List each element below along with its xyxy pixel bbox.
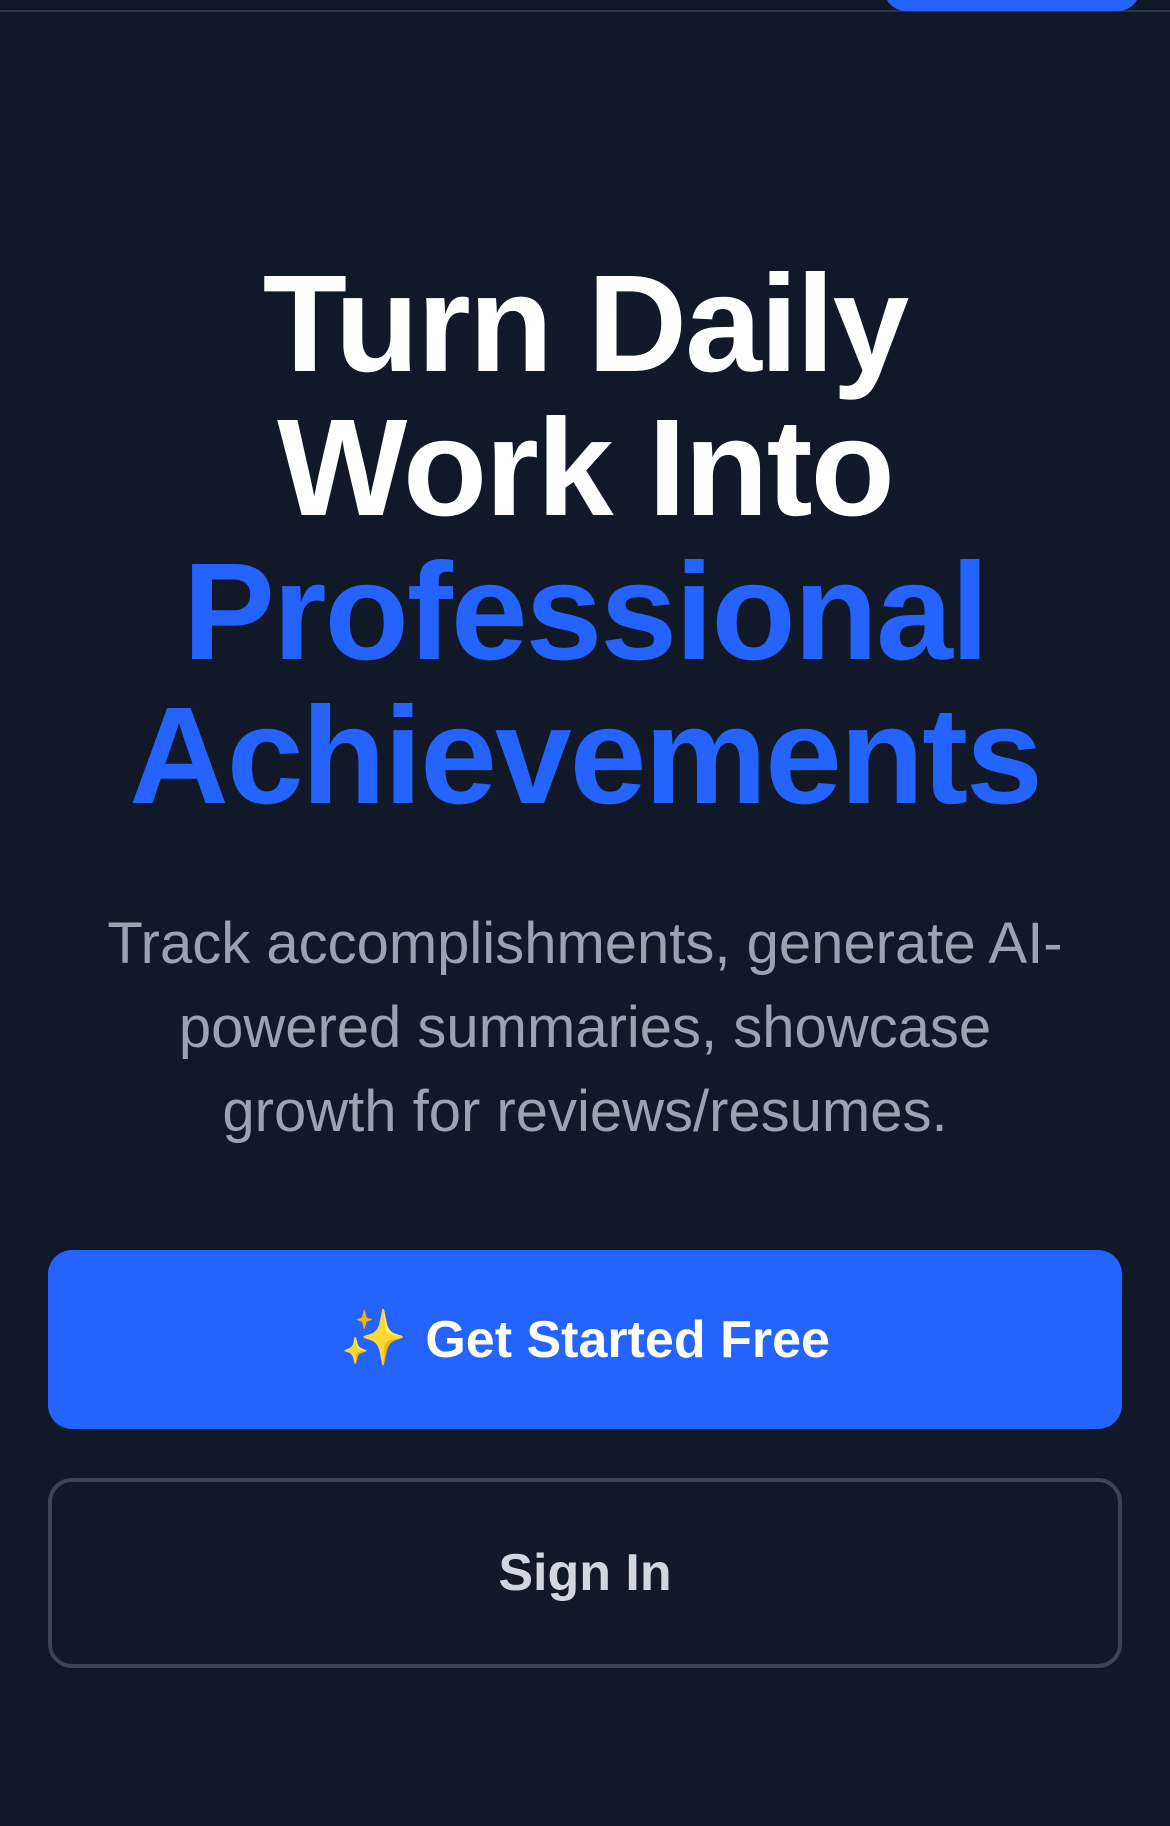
headline-line-2: Work Into (277, 391, 895, 545)
hero-headline: Turn Daily Work Into Professional Achiev… (0, 252, 1170, 828)
headline-line-3: Professional (182, 535, 989, 689)
subtitle-line-1: Track accomplishments, generate AI- (107, 911, 1063, 976)
sign-in-button[interactable]: Sign In (48, 1478, 1122, 1668)
subtitle-line-2: powered summaries, showcase (178, 995, 992, 1060)
sparkles-icon: ✨ (340, 1307, 408, 1368)
headline-line-1: Turn Daily (262, 247, 910, 401)
hero-section: Turn Daily Work Into Professional Achiev… (0, 0, 1170, 1826)
sign-in-label: Sign In (498, 1544, 672, 1602)
get-started-button[interactable]: ✨ Get Started Free (48, 1250, 1122, 1429)
subtitle-line-3: growth for reviews/resumes. (222, 1079, 948, 1144)
hero-subtitle: Track accomplishments, generate AI- powe… (40, 902, 1130, 1154)
headline-line-4: Achievements (129, 679, 1043, 833)
get-started-label: Get Started Free (425, 1310, 830, 1369)
